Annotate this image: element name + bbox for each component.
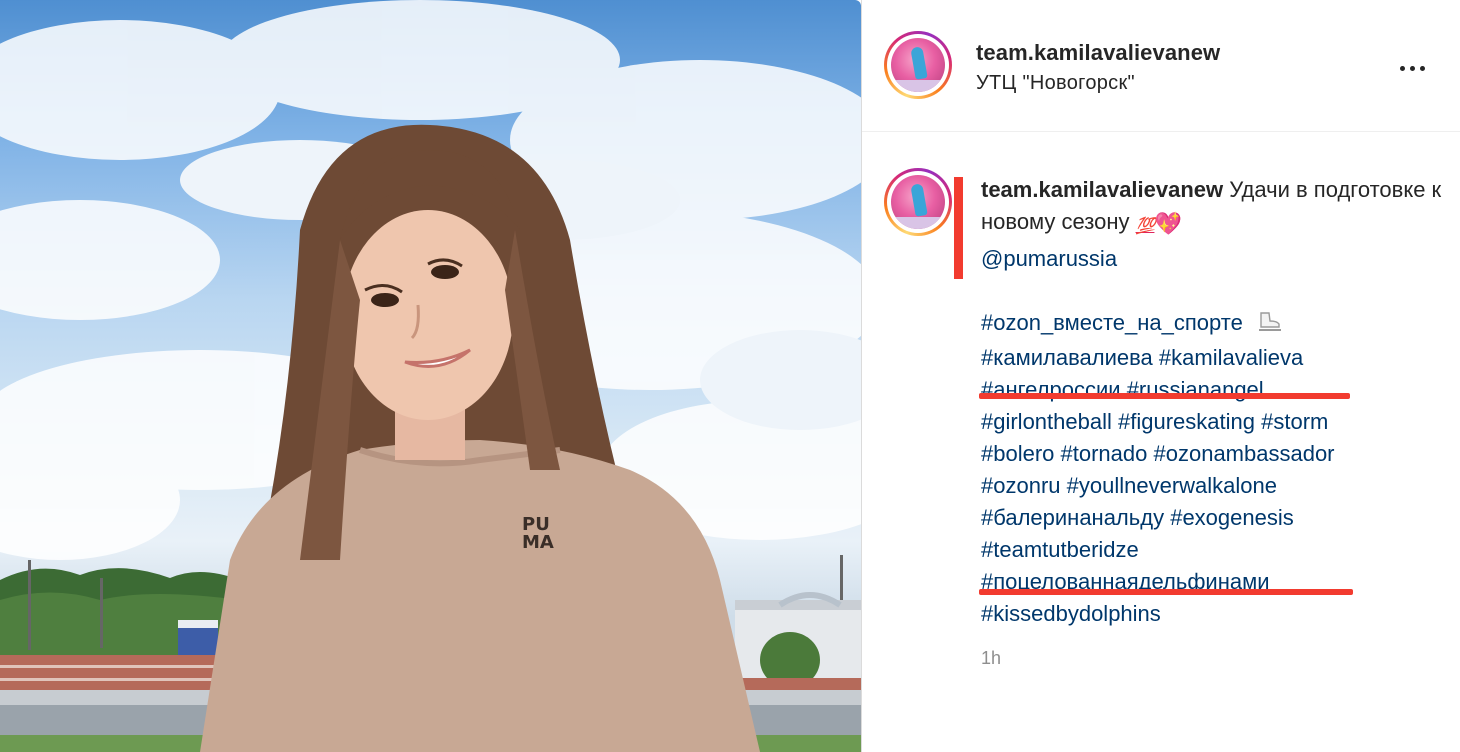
hashtag-link[interactable]: #kissedbydolphins — [981, 601, 1161, 626]
post-caption: team.kamilavalievanew Удачи в подготовке… — [981, 174, 1451, 630]
profile-avatar[interactable] — [884, 31, 952, 99]
ice-skate-icon — [1257, 310, 1283, 342]
hashtag-link[interactable]: #youllneverwalkalone — [1067, 473, 1277, 498]
mention-link[interactable]: @pumarussia — [981, 246, 1117, 271]
caption-line-1: team.kamilavalievanew Удачи в подготовке… — [981, 174, 1451, 243]
hashtag-link[interactable]: #ozonru — [981, 473, 1061, 498]
annotation-red-bar — [954, 177, 963, 279]
post-username[interactable]: team.kamilavalievanew — [976, 40, 1220, 66]
hashtag-link[interactable]: #tornado — [1061, 441, 1148, 466]
hashtag-link[interactable]: #kamilavalieva — [1159, 345, 1303, 370]
post-header: team.kamilavalievanew УТЦ "Новогорск" — [862, 0, 1460, 132]
hashtag-link[interactable]: #балеринанальду — [981, 505, 1164, 530]
annotation-underline — [979, 589, 1353, 595]
post-photo[interactable]: PU MA — [0, 0, 861, 752]
annotation-underline — [979, 393, 1350, 399]
hashtag-link[interactable]: #teamtutberidze — [981, 537, 1139, 562]
more-options-icon[interactable] — [1392, 56, 1432, 80]
hashtag-link[interactable]: #figureskating — [1118, 409, 1255, 434]
hashtag-link[interactable]: #girlontheball — [981, 409, 1112, 434]
post-location[interactable]: УТЦ "Новогорск" — [976, 72, 1135, 95]
hashtag-link[interactable]: #exogenesis — [1170, 505, 1294, 530]
sparkling-heart-emoji: 💖 — [1154, 211, 1182, 236]
caption-avatar[interactable] — [884, 168, 952, 236]
photo-image: PU MA — [0, 0, 861, 752]
hundred-points-emoji: 💯 — [1135, 218, 1156, 235]
post-timestamp[interactable]: 1h — [981, 648, 1001, 669]
hashtag-link[interactable]: #камилавалиева — [981, 345, 1153, 370]
hashtag-link[interactable]: #bolero — [981, 441, 1054, 466]
hashtag-link[interactable]: #ozon_вместе_на_спорте — [981, 310, 1243, 335]
hashtag-link[interactable]: #ozonambassador — [1154, 441, 1335, 466]
svg-text:MA: MA — [522, 532, 554, 553]
caption-username[interactable]: team.kamilavalievanew — [981, 177, 1223, 202]
hashtag-link[interactable]: #storm — [1261, 409, 1328, 434]
